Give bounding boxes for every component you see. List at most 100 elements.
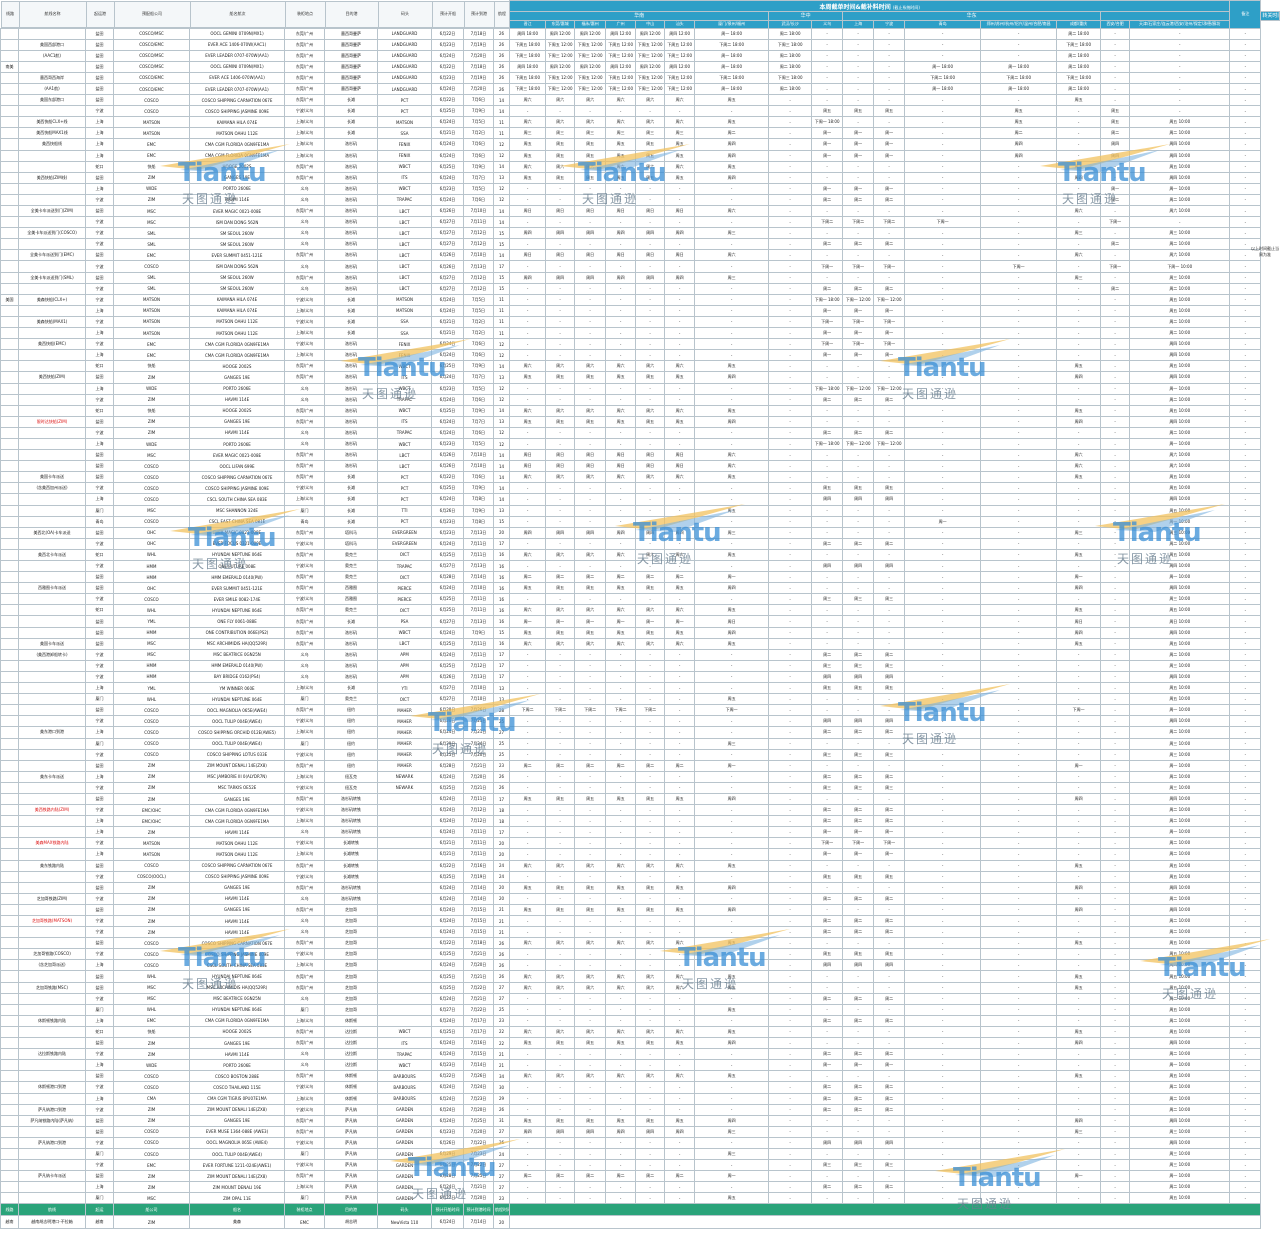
cell-term: TRAPAC bbox=[377, 559, 432, 573]
cell-cutoff: 周三 bbox=[635, 127, 666, 140]
cell-cutoff: - bbox=[980, 1081, 1058, 1094]
cell-cutoff: - bbox=[1056, 1103, 1102, 1116]
cell-cutoff: - bbox=[635, 393, 666, 406]
cell-cutoff: 周四 10:00 bbox=[1129, 881, 1231, 894]
cell-cutoff: - bbox=[694, 648, 770, 661]
cell-term: SSA bbox=[377, 327, 432, 340]
cell-eta: 7月24日 bbox=[463, 737, 494, 750]
cell-cutoff: - bbox=[842, 937, 875, 950]
column-header: 预计到港 bbox=[463, 0, 495, 28]
cell-cutoff: - bbox=[768, 482, 813, 495]
cell-loc: 厦门 bbox=[284, 1003, 325, 1016]
cell-cutoff: - bbox=[635, 182, 666, 195]
cell-cutoff: 周六 bbox=[605, 1070, 637, 1083]
cell-term: FENIX bbox=[377, 149, 432, 162]
footer-header-cell: 起运 bbox=[85, 1203, 114, 1217]
cell-cutoff: - bbox=[694, 748, 770, 761]
cell-eta: 7月19日 bbox=[463, 870, 494, 883]
cell-vessel: ONE CONTRIBUTION 066E(PS2) bbox=[189, 626, 285, 639]
cell-carrier: YML bbox=[113, 615, 190, 628]
cell-cutoff: 周六 bbox=[509, 116, 547, 129]
cell-pod: 洛杉矶 bbox=[324, 138, 378, 151]
cell-cutoff: - bbox=[694, 992, 770, 1005]
cell-lane: 南美 bbox=[0, 60, 19, 73]
cell-cutoff: 周六 bbox=[574, 548, 607, 562]
cell-term bbox=[377, 859, 432, 872]
cell-carrier: 快船 bbox=[113, 404, 190, 417]
cell-loc: 上海/义乌 bbox=[284, 327, 325, 340]
cell-cutoff: - bbox=[1229, 371, 1262, 384]
cell-cutoff: - bbox=[980, 926, 1058, 939]
cell-cutoff: 周三 bbox=[842, 1159, 875, 1172]
cell-etd: 6月24日 bbox=[431, 892, 464, 905]
cell-cutoff: - bbox=[635, 914, 666, 928]
cell-cutoff: - bbox=[1100, 1070, 1131, 1083]
cell-pod: 萨凡纳 bbox=[324, 1103, 378, 1116]
cell-pod: 洛杉矶 bbox=[324, 216, 378, 229]
cell-cutoff: - bbox=[811, 981, 844, 994]
cell-cutoff: - bbox=[605, 349, 637, 362]
cell-cutoff: - bbox=[1056, 559, 1102, 573]
cell-term: FENIX bbox=[377, 138, 432, 151]
cell-carrier: COSCO/MSC bbox=[113, 49, 190, 62]
cell-lane bbox=[0, 204, 19, 218]
cell-eta: 7月7日 bbox=[463, 171, 494, 184]
cell-cutoff: 周二 bbox=[811, 992, 844, 1005]
column-header: 装柜地点 bbox=[284, 0, 326, 28]
cell-vessel: HOOGE 2002S bbox=[189, 360, 285, 373]
cell-eta: 7月21日 bbox=[463, 1181, 494, 1194]
cell-cutoff: - bbox=[1056, 670, 1102, 684]
cell-cutoff: 周六 bbox=[545, 604, 576, 617]
cell-carrier: HMM bbox=[113, 559, 190, 573]
cell-etd: 6月24日 bbox=[431, 903, 464, 917]
cell-cutoff: - bbox=[1100, 1159, 1131, 1172]
cell-tt: 11 bbox=[492, 293, 511, 306]
cell-cutoff: - bbox=[842, 693, 875, 706]
cell-etd: 6月27日 bbox=[431, 216, 464, 229]
cell-cutoff: - bbox=[605, 315, 637, 329]
cell-cutoff: - bbox=[1100, 1114, 1131, 1127]
cell-cutoff: 周二 bbox=[635, 759, 666, 772]
cell-tt: 17 bbox=[492, 659, 511, 672]
cell-route: 萨凡纳港口到港 bbox=[18, 1136, 86, 1149]
cell-cutoff: - bbox=[635, 992, 666, 1005]
cell-carrier: ZIM bbox=[113, 770, 190, 783]
table-row: 宁波 COSCO(OOCL) COSCO SHIPPING JASMINE 009E… bbox=[0, 870, 1280, 883]
cell-cutoff: - bbox=[545, 693, 576, 706]
cell-cutoff: - bbox=[605, 693, 637, 706]
table-row: 宁波 SML SM SEOUL 260W 义乌 洛杉矶 LBCT 6月27日 7月12日 15-… bbox=[0, 238, 1280, 251]
cell-cutoff: 周四 10:00 bbox=[1129, 792, 1231, 806]
cell-cutoff: - bbox=[873, 937, 906, 950]
cell-etd: 6月25日 bbox=[431, 482, 464, 495]
cell-cutoff: 周六 bbox=[605, 859, 637, 872]
cell-cutoff: - bbox=[842, 903, 875, 917]
cell-pod: 洛杉矶 bbox=[324, 171, 378, 184]
cell-pod: 洛杉矶转铁 bbox=[324, 804, 378, 817]
cell-cutoff: - bbox=[842, 1070, 875, 1083]
cell-cutoff: - bbox=[1229, 914, 1262, 928]
cell-cutoff: 下周一 bbox=[873, 260, 906, 273]
cell-cutoff: 周日 bbox=[635, 449, 666, 462]
cell-pod: 洛杉矶 bbox=[324, 648, 378, 661]
cell-pol: 盐田 bbox=[85, 171, 114, 184]
cell-cutoff: - bbox=[694, 914, 770, 928]
cell-cutoff: 周五 bbox=[1056, 471, 1102, 484]
cell-term: MAHER bbox=[377, 759, 432, 772]
cell-cutoff: - bbox=[545, 504, 576, 517]
cell-cutoff: - bbox=[574, 992, 607, 1005]
cell-cutoff: - bbox=[1229, 815, 1262, 828]
cell-cutoff: 周六 bbox=[635, 981, 666, 994]
cell-cutoff: 周五 bbox=[980, 116, 1058, 129]
cell-vessel: HOOGE 2002S bbox=[189, 160, 285, 173]
cell-cutoff: 周一 10:00 bbox=[1129, 515, 1231, 528]
cell-carrier: 快船 bbox=[113, 1025, 190, 1039]
cell-cutoff: 周六 bbox=[635, 94, 666, 107]
cell-pol: 盐田 bbox=[85, 981, 114, 994]
cell-cutoff: 周四 bbox=[545, 227, 576, 240]
cell-cutoff: - bbox=[980, 781, 1058, 794]
cell-cutoff: - bbox=[1229, 582, 1262, 595]
cell-cutoff: - bbox=[574, 216, 607, 229]
cell-eta: 7月5日 bbox=[463, 382, 494, 395]
cell-cutoff: 周五 bbox=[694, 693, 770, 706]
cell-cutoff: 周三 10:00 bbox=[1129, 737, 1231, 750]
